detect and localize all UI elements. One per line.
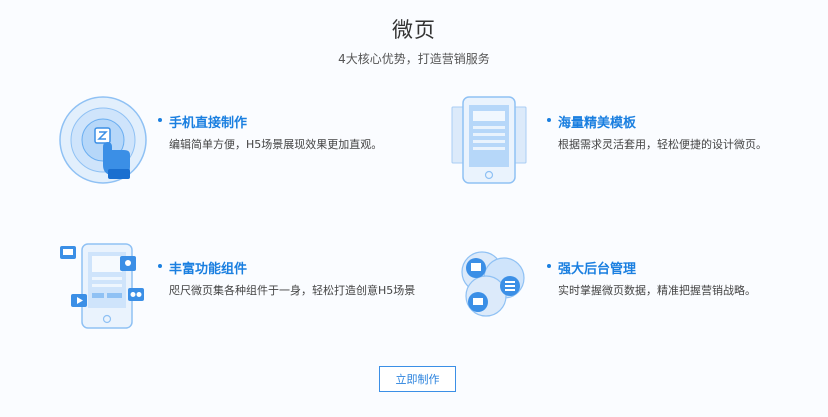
feature-description: 咫尺微页集各种组件于一身，轻松打造创意H5场景	[169, 284, 416, 297]
feature-description: 编辑简单方便，H5场景展现效果更加直观。	[169, 138, 383, 151]
backend-management-icon	[461, 251, 525, 317]
create-now-button[interactable]: 立即制作	[379, 366, 456, 392]
feature-description: 实时掌握微页数据，精准把握营销战略。	[558, 284, 756, 297]
feature-title: 手机直接制作	[157, 112, 247, 131]
phone-components-icon	[60, 243, 144, 329]
hand-touch-circle-icon	[59, 96, 147, 184]
feature-title: 海量精美模板	[546, 112, 636, 131]
page-title: 微页	[392, 18, 436, 42]
feature-description: 根据需求灵活套用，轻松便捷的设计微页。	[558, 138, 767, 151]
feature-title: 丰富功能组件	[157, 258, 247, 277]
page-subtitle: 4大核心优势，打造营销服务	[338, 52, 490, 66]
feature-title: 强大后台管理	[546, 258, 636, 277]
phone-templates-icon	[451, 96, 527, 184]
